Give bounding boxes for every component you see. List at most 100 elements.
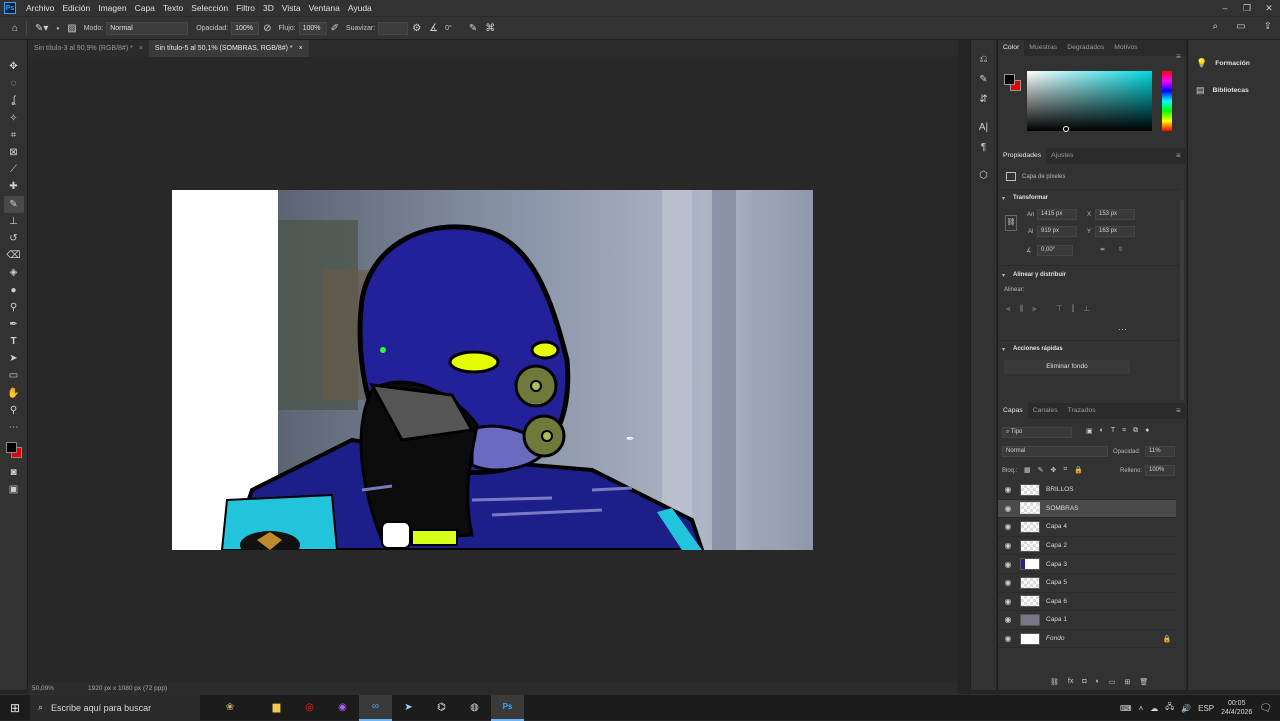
tab-close-icon[interactable]: × xyxy=(139,40,143,57)
clock[interactable]: 00:05 24/4/2026 xyxy=(1221,699,1252,717)
layers-menu-icon[interactable]: ≡ xyxy=(1176,406,1181,415)
layer-filter-select[interactable]: ⌕ Tipo xyxy=(1002,427,1072,438)
visibility-eye-icon[interactable]: ◉ xyxy=(998,541,1018,550)
quick-actions-caret-icon[interactable]: ▾ xyxy=(1002,346,1005,353)
opera-icon[interactable]: ◎ xyxy=(293,695,326,721)
quick-actions-title[interactable]: Acciones rápidas xyxy=(1013,346,1063,352)
obs-icon[interactable]: ◍ xyxy=(458,695,491,721)
layer-row-capa-3[interactable]: ◉ Capa 3 xyxy=(998,555,1176,574)
layer-opacity-field[interactable]: 11% xyxy=(1145,446,1175,457)
lock-all-icon[interactable]: 🔒 xyxy=(1074,466,1083,474)
link-layers-icon[interactable]: ⛓ xyxy=(1050,678,1059,686)
meta-app-icon[interactable]: ∞ xyxy=(359,694,392,721)
menu-3d[interactable]: 3D xyxy=(259,3,278,13)
visibility-eye-icon[interactable]: ◉ xyxy=(998,578,1018,587)
restore-button[interactable]: ❐ xyxy=(1236,0,1258,16)
color-swatches[interactable] xyxy=(4,440,24,460)
share-icon[interactable]: ⇪ xyxy=(1264,21,1272,32)
layer-name[interactable]: Capa 6 xyxy=(1046,598,1176,605)
notifications-icon[interactable]: 🗨 xyxy=(1259,703,1272,714)
menu-filtro[interactable]: Filtro xyxy=(232,3,259,13)
layer-name[interactable]: SOMBRAS xyxy=(1046,505,1176,512)
layer-name[interactable]: Capa 1 xyxy=(1046,616,1176,623)
menu-ventana[interactable]: Ventana xyxy=(305,3,344,13)
volume-icon[interactable]: 🔊 xyxy=(1181,704,1191,713)
fill-field[interactable]: 100% xyxy=(1145,465,1175,476)
layer-name[interactable]: Capa 3 xyxy=(1046,561,1176,568)
color-picker-ring[interactable] xyxy=(1063,126,1069,132)
learn-item[interactable]: 💡 Formación xyxy=(1196,58,1250,69)
hue-slider[interactable] xyxy=(1162,71,1172,131)
visibility-eye-icon[interactable]: ◉ xyxy=(998,597,1018,606)
document-canvas[interactable] xyxy=(172,190,813,550)
menu-imagen[interactable]: Imagen xyxy=(94,3,130,13)
epic-games-icon[interactable]: ⌬ xyxy=(425,695,458,721)
libraries-item[interactable]: ▤ Bibliotecas xyxy=(1196,85,1249,96)
flip-vertical-icon[interactable]: ⇳ xyxy=(1118,246,1123,253)
paragraph-panel-icon[interactable]: ¶ xyxy=(981,142,986,153)
layer-row-brillos[interactable]: ◉ BRILLOS xyxy=(998,481,1176,500)
menu-capa[interactable]: Capa xyxy=(131,3,159,13)
transform-title[interactable]: Transformar xyxy=(1013,195,1048,201)
color-panel-fg-bg[interactable] xyxy=(1004,74,1022,92)
tab-close-icon[interactable]: × xyxy=(299,40,303,57)
more-tools-icon[interactable]: ⋯ xyxy=(4,419,24,436)
filter-toggle-icon[interactable]: ● xyxy=(1145,427,1149,435)
brush-settings-panel-icon[interactable]: ✎ xyxy=(979,74,987,85)
type-tool-icon[interactable]: T xyxy=(4,333,24,350)
lock-artboard-icon[interactable]: ⌗ xyxy=(1063,466,1067,474)
panel-menu-icon[interactable]: ≡ xyxy=(1176,52,1181,61)
angle-value[interactable]: 0° xyxy=(445,25,452,32)
layer-row-fondo[interactable]: ◉ Fondo 🔒 xyxy=(998,630,1176,649)
filter-pixel-icon[interactable]: ▣ xyxy=(1086,427,1093,435)
tab-patterns[interactable]: Motivos xyxy=(1109,40,1142,56)
layer-style-icon[interactable]: fx xyxy=(1068,678,1073,686)
layer-row-capa-5[interactable]: ◉ Capa 5 xyxy=(998,574,1176,593)
visibility-eye-icon[interactable]: ◉ xyxy=(998,634,1018,643)
link-icon[interactable]: ⛓ xyxy=(1005,215,1017,231)
angle-field[interactable]: 0,00° xyxy=(1037,245,1073,256)
align-middle-v-icon[interactable]: ⫿ xyxy=(1072,304,1075,314)
mode-select[interactable]: Normal xyxy=(106,21,189,35)
tab-sin-titulo-5[interactable]: Sin título-5 al 50,1% (SOMBRAS, RGB/8#) … xyxy=(148,40,309,57)
cloud-icon[interactable]: ☁ xyxy=(1150,704,1158,713)
search-highlight-icon[interactable]: ❀ xyxy=(200,695,260,721)
tab-sin-titulo-3[interactable]: Sin título-3 al 90,9% (RGB/8#) * × xyxy=(28,40,149,57)
workspace-icon[interactable]: ▭ xyxy=(1236,21,1245,32)
eyedropper-tool-icon[interactable]: ⟋ xyxy=(4,161,24,178)
layer-name[interactable]: BRILLOS xyxy=(1046,486,1176,493)
layer-row-capa-4[interactable]: ◉ Capa 4 xyxy=(998,518,1176,537)
paint-bucket-tool-icon[interactable]: ◈ xyxy=(4,264,24,281)
remove-background-button[interactable]: Eliminar fondo xyxy=(1004,360,1130,374)
visibility-eye-icon[interactable]: ◉ xyxy=(998,615,1018,624)
properties-menu-icon[interactable]: ≡ xyxy=(1176,151,1181,160)
zoom-tool-icon[interactable]: ⚲ xyxy=(4,402,24,419)
tab-swatches[interactable]: Muestras xyxy=(1024,40,1062,56)
visibility-eye-icon[interactable]: ◉ xyxy=(998,560,1018,569)
group-icon[interactable]: ▭ xyxy=(1109,678,1116,686)
dodge-tool-icon[interactable]: ⚲ xyxy=(4,299,24,316)
eraser-tool-icon[interactable]: ⌫ xyxy=(4,247,24,264)
gear-icon[interactable]: ⚙ xyxy=(412,23,421,34)
network-icon[interactable]: 🖧 xyxy=(1165,701,1174,715)
screen-mode-icon[interactable]: ▣ xyxy=(4,481,24,498)
brush-tool-icon[interactable]: ✎ xyxy=(3,195,24,213)
tab-properties[interactable]: Propiedades xyxy=(998,148,1047,164)
properties-scrollbar[interactable] xyxy=(1180,200,1184,400)
x-field[interactable]: 153 px xyxy=(1095,209,1135,220)
visibility-eye-icon[interactable]: ◉ xyxy=(998,504,1018,513)
brush-settings-icon[interactable]: ▨ xyxy=(67,23,76,34)
filter-adjustment-icon[interactable]: ◐ xyxy=(1100,427,1104,435)
zoom-level[interactable]: 50,09% xyxy=(32,685,54,692)
clone-stamp-tool-icon[interactable]: ⊥ xyxy=(4,213,24,230)
hand-tool-icon[interactable]: ✋ xyxy=(4,385,24,402)
marquee-tool-icon[interactable]: ◌ xyxy=(4,75,24,92)
windows-start-icon[interactable]: ⊞ xyxy=(0,701,30,715)
history-brush-tool-icon[interactable]: ↺ xyxy=(4,230,24,247)
y-field[interactable]: 163 px xyxy=(1095,226,1135,237)
align-left-icon[interactable]: ⫷ xyxy=(1006,304,1011,314)
photoshop-taskbar-icon[interactable]: Ps xyxy=(491,694,524,721)
history-icon[interactable]: ⎌ xyxy=(980,54,988,65)
tab-color[interactable]: Color xyxy=(998,40,1025,56)
pen-tool-icon[interactable]: ✒ xyxy=(4,316,24,333)
